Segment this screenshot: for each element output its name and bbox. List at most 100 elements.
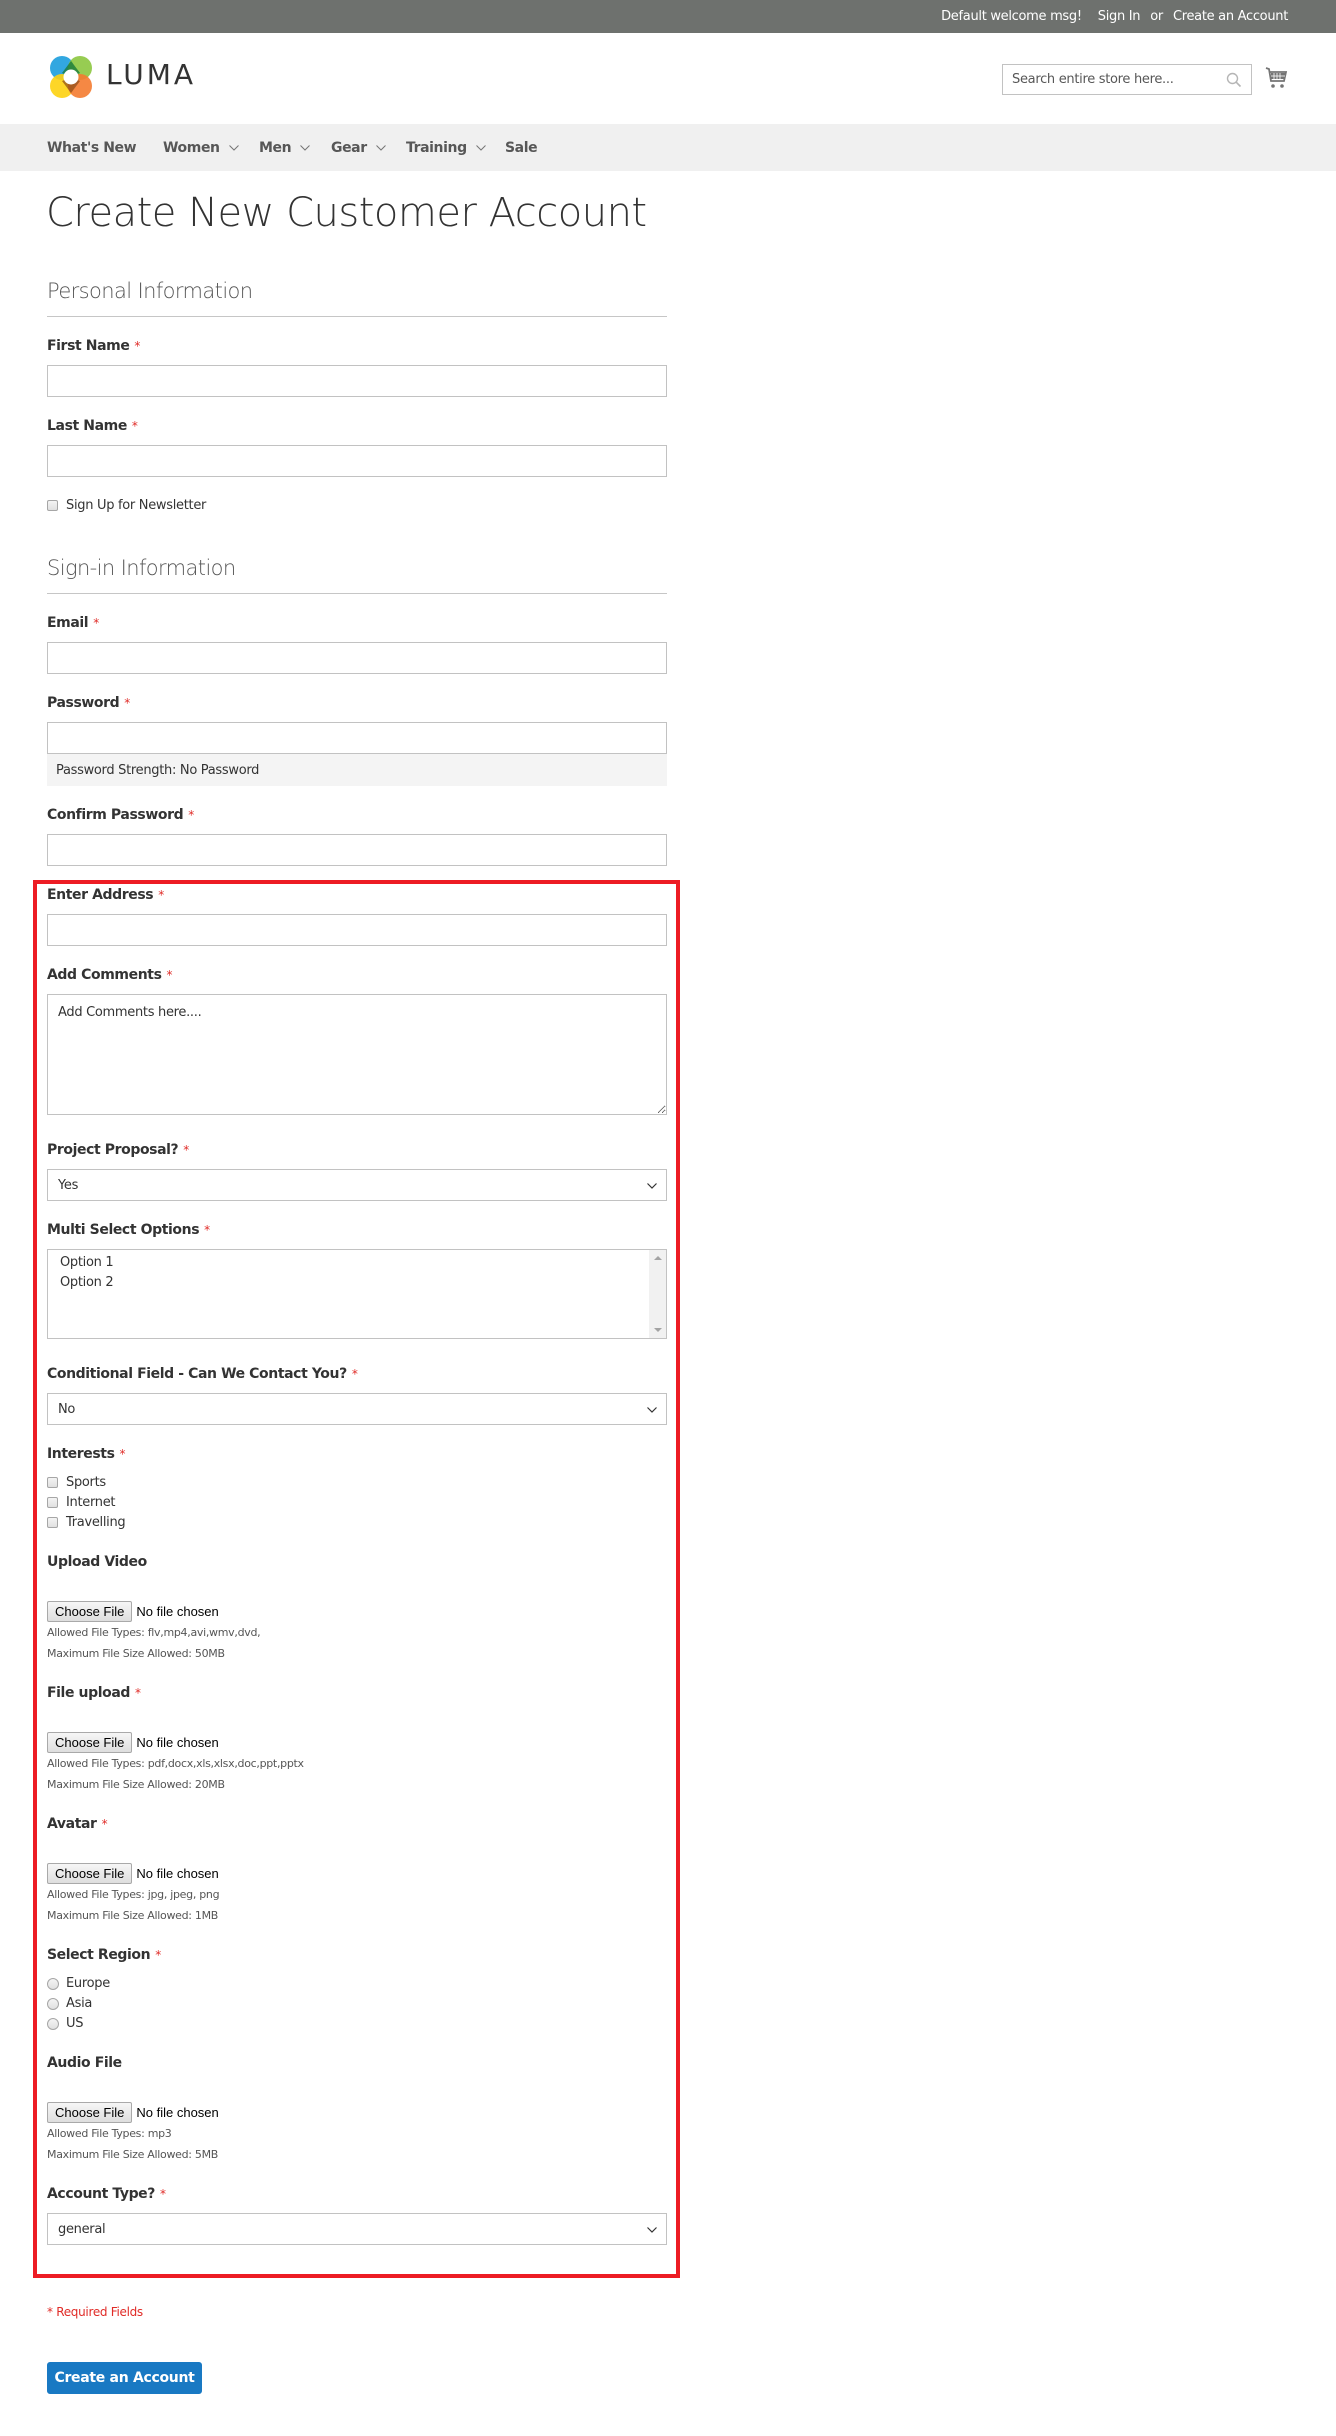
multi-select-option[interactable]: Option 1 [60, 1255, 114, 1270]
address-label: Enter Address * [47, 887, 164, 903]
avatar-input[interactable]: Choose File No file chosen [47, 1863, 219, 1884]
label-text: Account Type? [47, 2186, 156, 2202]
interest-label: Travelling [66, 1515, 126, 1530]
account-type-select[interactable]: general [47, 2213, 667, 2245]
interest-checkbox[interactable] [47, 1517, 58, 1528]
search-box[interactable] [1002, 64, 1252, 95]
nav-item-women[interactable]: Women [163, 124, 239, 171]
label-text: Confirm Password [47, 807, 184, 823]
upload-video-input[interactable]: Choose File No file chosen [47, 1601, 219, 1622]
interest-option-internet[interactable]: Internet [47, 1495, 116, 1510]
interest-checkbox[interactable] [47, 1477, 58, 1488]
nav-item-gear[interactable]: Gear [331, 124, 386, 171]
avatar-label: Avatar * [47, 1816, 108, 1832]
newsletter-label: Sign Up for Newsletter [66, 498, 207, 513]
max-size-note: Maximum File Size Allowed: 20MB [47, 1778, 225, 1791]
nav-item-whats-new[interactable]: What's New [47, 124, 137, 171]
label-text: Avatar [47, 1816, 97, 1832]
label-text: Email [47, 615, 89, 631]
required-asterisk: * [158, 888, 164, 902]
nav-item-label: Women [163, 139, 220, 156]
label-text: Multi Select Options [47, 1222, 200, 1238]
scrollbar[interactable] [649, 1250, 666, 1338]
nav-item-men[interactable]: Men [259, 124, 311, 171]
page-title: Create New Customer Account [46, 190, 647, 236]
nav-item-sale[interactable]: Sale [505, 124, 538, 171]
logo-text[interactable]: LUMA [106, 58, 196, 91]
region-radio[interactable] [47, 1997, 59, 2010]
max-size-note: Maximum File Size Allowed: 50MB [47, 1647, 225, 1660]
required-asterisk: * [188, 808, 194, 822]
region-radio[interactable] [47, 2017, 59, 2030]
required-asterisk: * [351, 1367, 358, 1381]
multi-select-listbox[interactable]: Option 1 Option 2 [47, 1249, 667, 1339]
region-radio[interactable] [47, 1977, 59, 1990]
nav-item-label: Training [406, 139, 467, 156]
password-label: Password * [47, 695, 130, 711]
interest-label: Internet [66, 1495, 116, 1510]
nav-item-training[interactable]: Training [406, 124, 486, 171]
choose-file-button[interactable]: Choose File [47, 1732, 133, 1753]
create-account-link[interactable]: Create an Account [1173, 9, 1288, 24]
file-upload-input[interactable]: Choose File No file chosen [47, 1732, 219, 1753]
newsletter-checkbox[interactable] [47, 500, 58, 511]
divider [47, 316, 667, 317]
choose-file-button[interactable]: Choose File [47, 1601, 133, 1622]
required-asterisk: * [93, 616, 99, 630]
chevron-down-icon [647, 2227, 657, 2233]
main-navigation: What's New Women Men Gear Training Sale [0, 124, 1336, 171]
selected-value: Yes [58, 1177, 79, 1193]
email-input[interactable] [47, 642, 667, 674]
cart-icon[interactable] [1264, 66, 1288, 90]
nav-item-label: Sale [505, 139, 538, 156]
comments-label: Add Comments * [47, 967, 172, 983]
label-text: Password [47, 695, 120, 711]
required-asterisk: * [131, 419, 138, 433]
account-type-label: Account Type? * [47, 2186, 166, 2202]
multi-select-option[interactable]: Option 2 [60, 1275, 114, 1290]
label-text: Add Comments [47, 967, 162, 983]
create-account-button[interactable]: Create an Account [47, 2362, 202, 2394]
contact-label: Conditional Field - Can We Contact You? * [47, 1366, 358, 1382]
search-icon[interactable] [1226, 72, 1242, 88]
audio-file-input[interactable]: Choose File No file chosen [47, 2102, 219, 2123]
first-name-input[interactable] [47, 365, 667, 397]
interest-option-sports[interactable]: Sports [47, 1475, 106, 1490]
comments-textarea[interactable] [47, 994, 667, 1115]
allowed-types-note: Allowed File Types: jpg, jpeg, png [47, 1888, 220, 1901]
project-proposal-select[interactable]: Yes [47, 1169, 667, 1201]
scroll-down-arrow-icon[interactable] [654, 1328, 662, 1332]
multi-select-label: Multi Select Options * [47, 1222, 210, 1238]
region-option-us[interactable]: US [47, 2016, 83, 2031]
chevron-down-icon [647, 1183, 657, 1189]
password-input[interactable] [47, 722, 667, 754]
label-text: Select Region [47, 1947, 151, 1963]
file-status: No file chosen [136, 2105, 219, 2120]
choose-file-button[interactable]: Choose File [47, 1863, 133, 1884]
choose-file-button[interactable]: Choose File [47, 2102, 133, 2123]
allowed-types-note: Allowed File Types: mp3 [47, 2127, 172, 2140]
address-input[interactable] [47, 914, 667, 946]
last-name-input[interactable] [47, 445, 667, 477]
first-name-label: First Name * [47, 338, 140, 354]
confirm-password-input[interactable] [47, 834, 667, 866]
required-asterisk: * [166, 968, 173, 982]
selected-value: general [58, 2221, 106, 2237]
header-links: Default welcome msg! Sign In or Create a… [941, 0, 1288, 33]
interest-checkbox[interactable] [47, 1497, 58, 1508]
newsletter-option[interactable]: Sign Up for Newsletter [47, 498, 206, 513]
luma-logo-icon[interactable] [47, 53, 95, 101]
region-option-europe[interactable]: Europe [47, 1976, 110, 1991]
region-label: Europe [66, 1976, 110, 1991]
contact-select[interactable]: No [47, 1393, 667, 1425]
interest-option-travelling[interactable]: Travelling [47, 1515, 126, 1530]
last-name-label: Last Name * [47, 418, 138, 434]
region-option-asia[interactable]: Asia [47, 1996, 92, 2011]
interest-label: Sports [66, 1475, 106, 1490]
label-text: First Name [47, 338, 130, 354]
max-size-note: Maximum File Size Allowed: 1MB [47, 1909, 219, 1922]
search-input[interactable] [1003, 65, 1213, 94]
scroll-up-arrow-icon[interactable] [654, 1256, 662, 1260]
sign-in-link[interactable]: Sign In [1098, 9, 1141, 24]
label-text: File upload [47, 1685, 131, 1701]
